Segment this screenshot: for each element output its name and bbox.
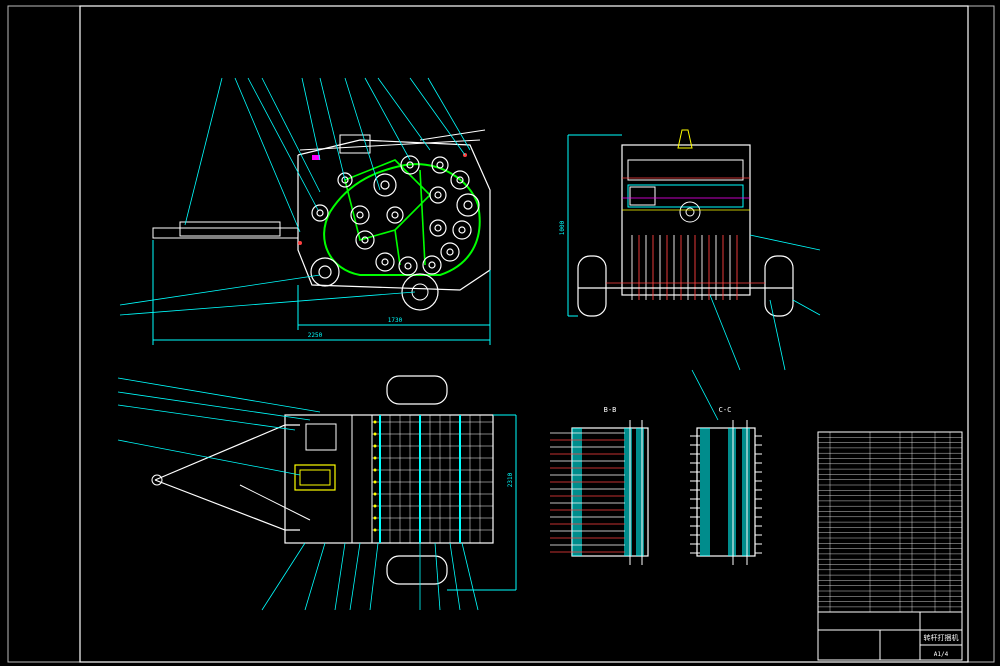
side-view-dim-body: 1730 xyxy=(388,317,403,324)
cad-drawing-sheet: 2250 1730 1000 2310 B-B C-C 转杆打捆机 A1/4 xyxy=(7,5,995,663)
section-b-b-label: B-B xyxy=(604,406,617,414)
section-c-c-label: C-C xyxy=(719,406,732,414)
front-view-tines xyxy=(631,235,738,300)
drawing-name: 转杆打捆机 xyxy=(924,633,959,642)
plan-view: 2310 xyxy=(117,375,517,611)
inner-border xyxy=(79,5,969,663)
plan-view-rollers xyxy=(372,415,493,543)
side-elevation-view: 2250 1730 xyxy=(119,77,491,345)
drawing-number: A1/4 xyxy=(934,651,949,658)
parts-list-table xyxy=(818,432,962,612)
plan-view-dim-length: 2310 xyxy=(507,472,514,487)
side-view-dim-overall: 2250 xyxy=(308,332,323,339)
outer-border xyxy=(7,5,995,663)
section-c-c-view: C-C xyxy=(690,369,762,565)
front-view-dim-height: 1000 xyxy=(559,220,566,235)
title-block: 转杆打捆机 A1/4 xyxy=(817,431,963,661)
section-b-b-tines xyxy=(550,432,625,553)
section-b-b-view: B-B xyxy=(550,406,649,565)
front-elevation-view: 1000 xyxy=(559,129,821,371)
